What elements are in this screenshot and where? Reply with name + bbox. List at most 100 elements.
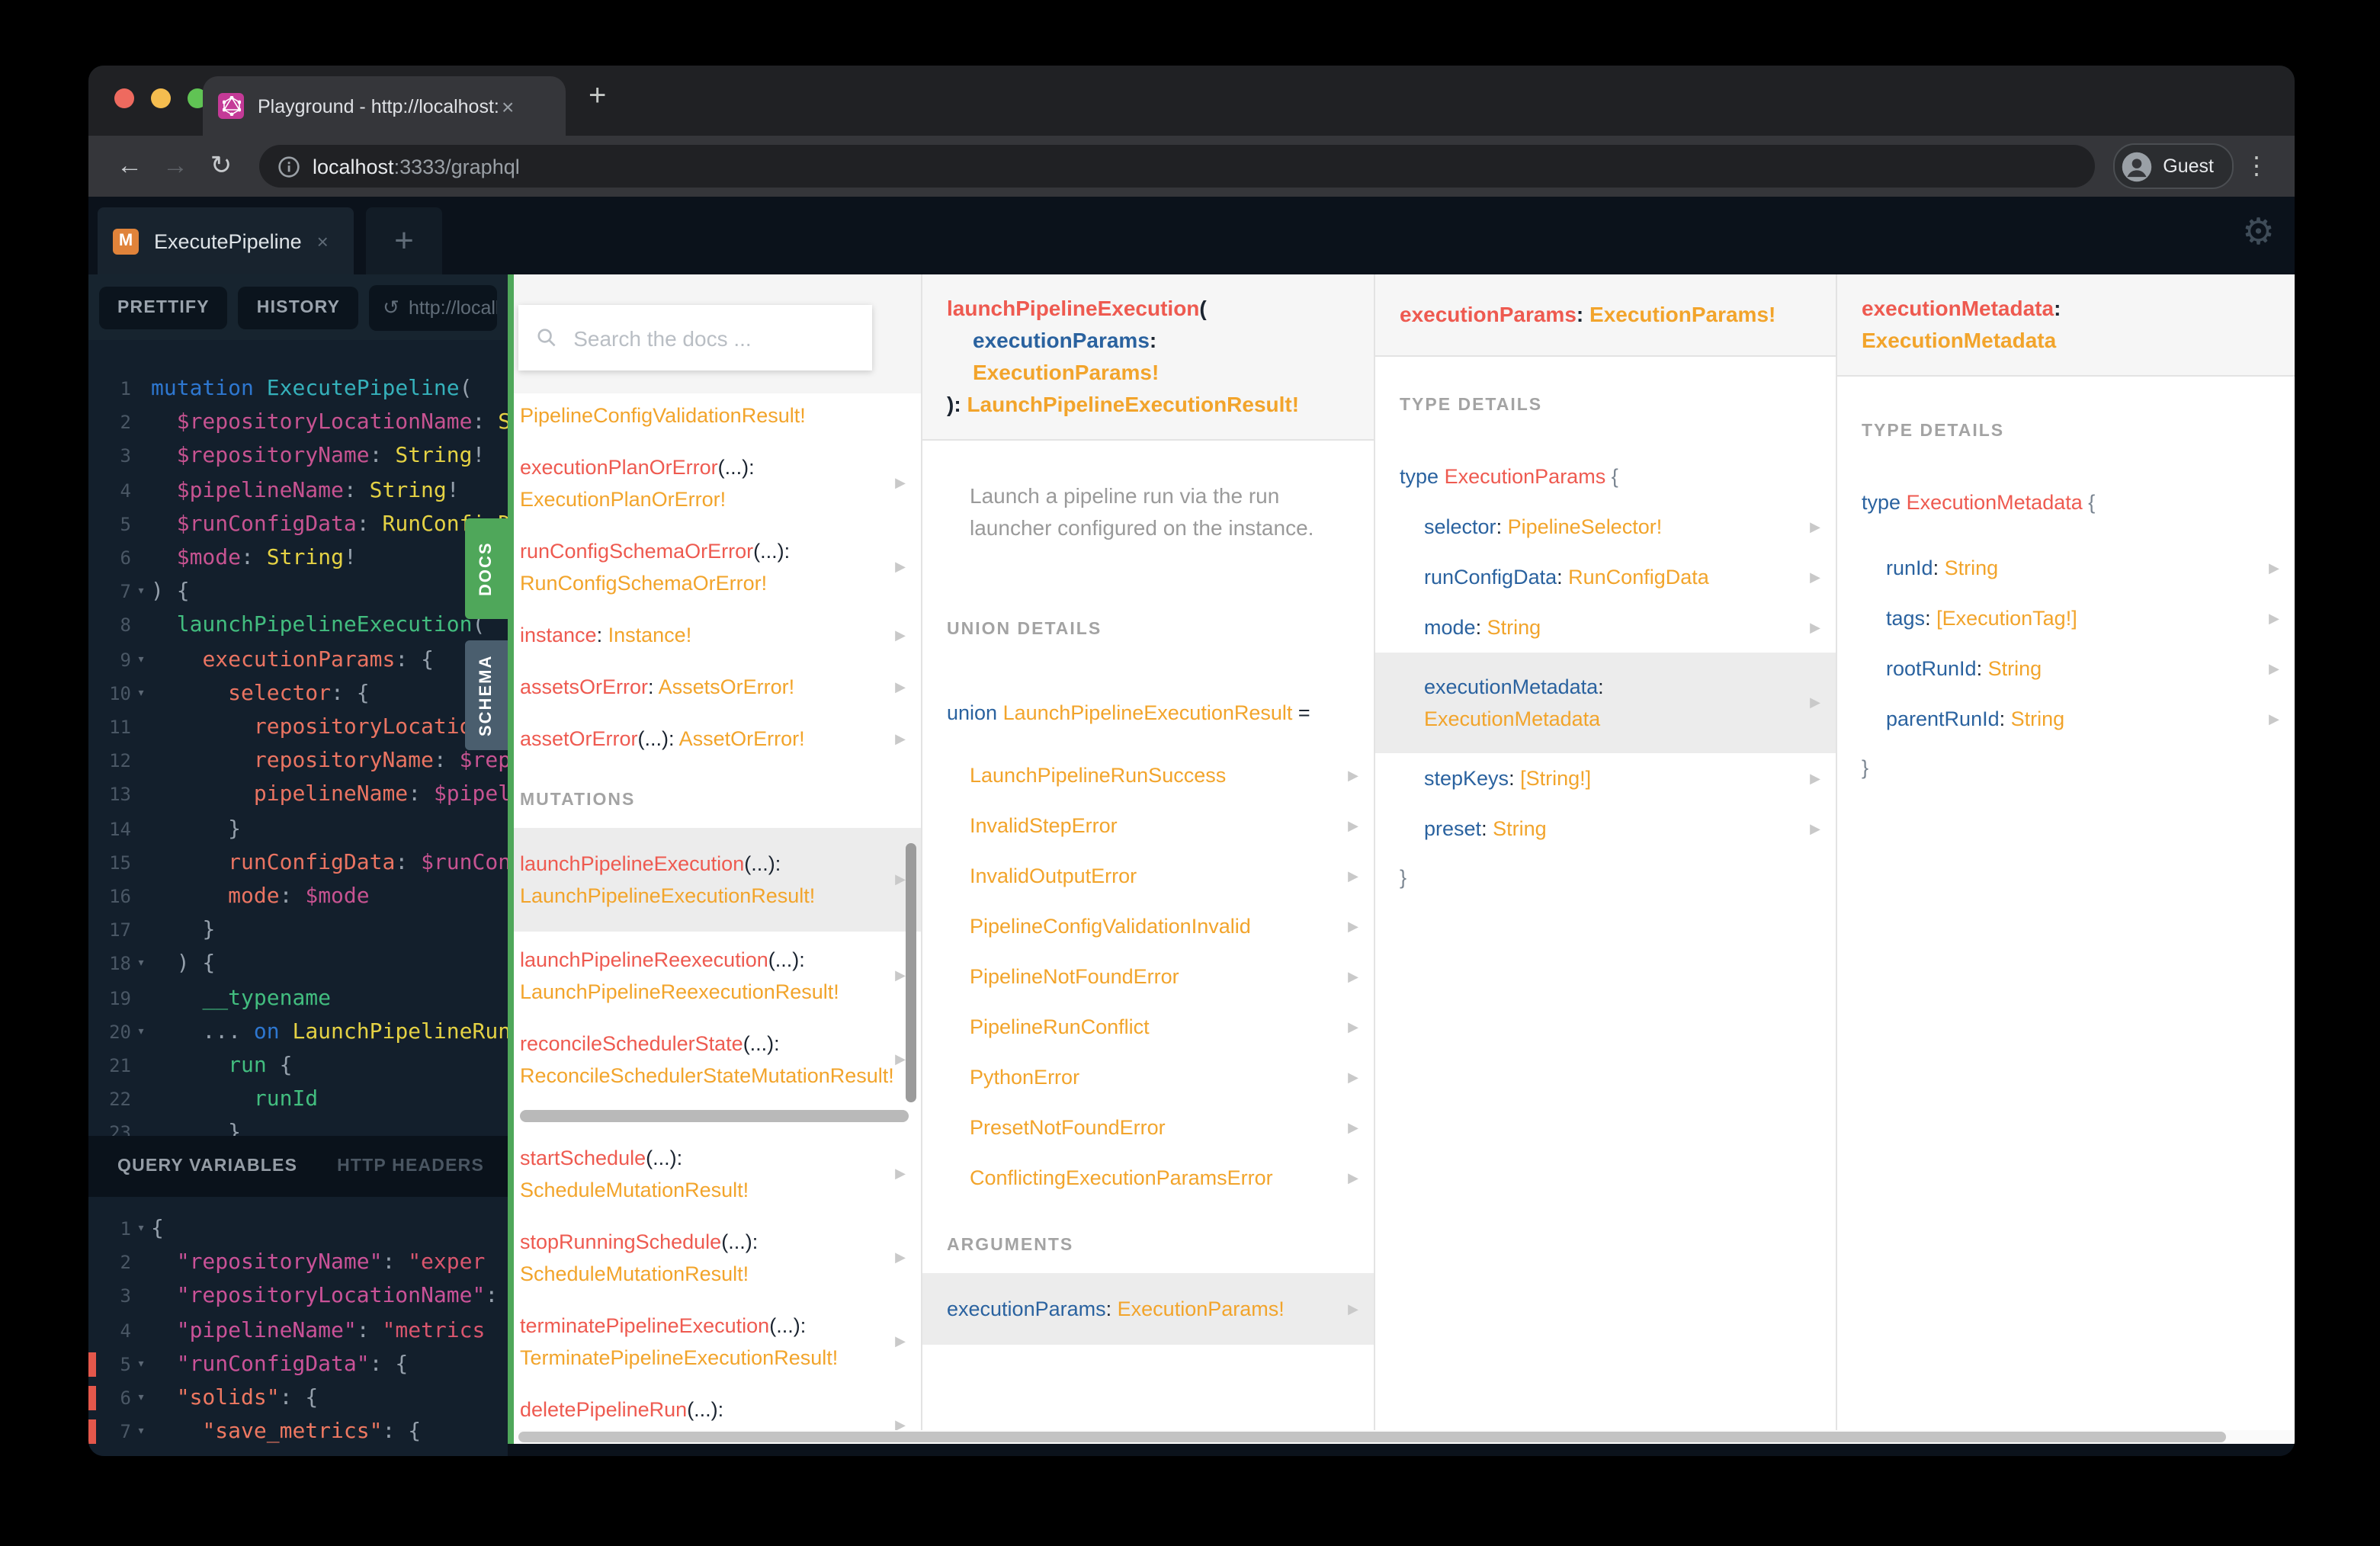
code-line: 13 pipelineName: $pipelineName xyxy=(109,782,508,807)
close-window-button[interactable] xyxy=(114,88,134,108)
union-member-ConflictingExecutionParamsError[interactable]: ConflictingExecutionParamsError ▶ xyxy=(922,1153,1374,1203)
code-line: 9 ▾ executionParams: { xyxy=(120,647,434,672)
tab-close-icon[interactable]: × xyxy=(502,94,514,118)
doc-item-partial[interactable]: PipelineConfigValidationResult! xyxy=(514,399,921,431)
traffic-lights xyxy=(114,88,207,108)
doc-item-launchPipelineReexecution[interactable]: launchPipelineReexecution(...): LaunchPip… xyxy=(514,944,921,1008)
code-line: 3 "repositoryLocationName": xyxy=(120,1284,499,1309)
new-tab-button[interactable]: + xyxy=(589,79,606,114)
docs-horizontal-scrollbar[interactable] xyxy=(514,1430,2295,1444)
chevron-right-icon: ▶ xyxy=(895,730,906,746)
code-line: 14 } xyxy=(109,816,242,842)
new-session-button[interactable]: + xyxy=(366,207,442,274)
code-line: 16 mode: $mode xyxy=(109,884,370,909)
query-editor-pane: PRETTIFY HISTORY ↺ http://localhost:3333… xyxy=(88,274,508,1456)
docs-resize-handle[interactable] xyxy=(508,274,514,1444)
code-line: 22 runId xyxy=(109,1087,319,1112)
minimize-window-button[interactable] xyxy=(151,88,171,108)
session-tab-executepipeline[interactable]: M ExecutePipeline × xyxy=(98,207,354,274)
chevron-right-icon: ▶ xyxy=(1348,1301,1358,1316)
tab-http-headers[interactable]: HTTP HEADERS xyxy=(337,1157,484,1176)
tab-schema[interactable]: SCHEMA xyxy=(465,640,508,750)
type-field-rootRunId[interactable]: rootRunId: String ▶ xyxy=(1837,643,2295,694)
doc-item-assetsOrError[interactable]: assetsOrError: AssetsOrError! ▶ xyxy=(514,671,921,703)
union-member-PipelineConfigValidationInvalid[interactable]: PipelineConfigValidationInvalid ▶ xyxy=(922,901,1374,951)
settings-gear-icon[interactable]: ⚙ xyxy=(2242,210,2275,255)
docs-search-input[interactable] xyxy=(570,324,854,351)
chevron-right-icon: ▶ xyxy=(1810,694,1820,710)
reload-icon[interactable]: ↻ xyxy=(201,151,241,181)
docs-vertical-scrollbar[interactable] xyxy=(906,843,916,1102)
prettify-button[interactable]: PRETTIFY xyxy=(99,286,228,329)
type-field-parentRunId[interactable]: parentRunId: String ▶ xyxy=(1837,694,2295,744)
code-line: 18 ▾ ) { xyxy=(109,951,216,977)
profile-button[interactable]: Guest xyxy=(2112,143,2234,189)
doc-item-startSchedule[interactable]: startSchedule(...): ScheduleMutationResul… xyxy=(514,1142,921,1206)
type-field-runId[interactable]: runId: String ▶ xyxy=(1837,543,2295,593)
doc-item-terminatePipelineExecution[interactable]: terminatePipelineExecution(...): Terminat… xyxy=(514,1310,921,1374)
union-member-PipelineNotFoundError[interactable]: PipelineNotFoundError ▶ xyxy=(922,951,1374,1002)
arguments-heading: ARGUMENTS xyxy=(947,1236,1074,1255)
docs-inline-scrollbar[interactable] xyxy=(520,1110,909,1122)
doc-item-stopRunningSchedule[interactable]: stopRunningSchedule(...): ScheduleMutatio… xyxy=(514,1226,921,1290)
code-line: 4 "pipelineName": "metrics xyxy=(120,1318,486,1343)
avatar-icon xyxy=(2122,151,2151,181)
code-line: 5 $runConfigData: RunConfigData xyxy=(120,512,508,537)
code-line: 20▾ ... on LaunchPipelineRunSuccess { xyxy=(109,1019,508,1044)
history-button[interactable]: HISTORY xyxy=(238,286,359,329)
query-editor[interactable]: 1 mutation ExecutePipeline(2 $repositoryL… xyxy=(88,340,508,1150)
doc-item-assetOrError[interactable]: assetOrError(...): AssetOrError! ▶ xyxy=(514,723,921,755)
type-field-tags[interactable]: tags: [ExecutionTag!] ▶ xyxy=(1837,593,2295,643)
address-bar[interactable]: localhost :3333/graphql xyxy=(259,145,2095,188)
chevron-right-icon: ▶ xyxy=(2269,660,2279,675)
type-field-stepKeys[interactable]: stepKeys: [String!] ▶ xyxy=(1375,753,1836,803)
type-field-preset[interactable]: preset: String ▶ xyxy=(1375,803,1836,854)
doc-item-runConfigSchemaOrError[interactable]: runConfigSchemaOrError(...): RunConfigSch… xyxy=(514,535,921,599)
type-declaration: type ExecutionMetadata { xyxy=(1862,491,2096,514)
docs-search-box[interactable] xyxy=(518,305,872,370)
union-member-InvalidOutputError[interactable]: InvalidOutputError ▶ xyxy=(922,851,1374,901)
doc-item-instance[interactable]: instance: Instance! ▶ xyxy=(514,619,921,651)
chevron-right-icon: ▶ xyxy=(1348,968,1358,983)
search-icon xyxy=(537,329,556,347)
browser-toolbar: ← → ↻ localhost :3333/graphql Guest ⋮ xyxy=(88,136,2295,197)
closing-brace: } xyxy=(1862,756,1869,779)
union-member-InvalidStepError[interactable]: InvalidStepError ▶ xyxy=(922,800,1374,851)
browser-tab[interactable]: Playground - http://localhost:3 × xyxy=(203,76,566,136)
chevron-right-icon: ▶ xyxy=(1348,918,1358,933)
forward-icon[interactable]: → xyxy=(156,151,195,181)
graphql-playground: M ExecutePipeline × + ⚙ PRETTIFY HISTORY… xyxy=(88,197,2295,1456)
type-field-executionMetadata[interactable]: executionMetadata: ExecutionMetadata ▶ xyxy=(1375,653,1836,753)
union-member-PipelineRunConflict[interactable]: PipelineRunConflict ▶ xyxy=(922,1002,1374,1052)
doc-item-launchPipelineExecution[interactable]: launchPipelineExecution(...): LaunchPipel… xyxy=(514,828,921,932)
union-member-PresetNotFoundError[interactable]: PresetNotFoundError ▶ xyxy=(922,1102,1374,1153)
union-details-heading: UNION DETAILS xyxy=(947,621,1102,639)
union-member-LaunchPipelineRunSuccess[interactable]: LaunchPipelineRunSuccess ▶ xyxy=(922,750,1374,800)
code-line: 1 mutation ExecutePipeline( xyxy=(120,377,473,401)
endpoint-input[interactable]: ↺ http://localhost:3333/graphql xyxy=(369,284,497,330)
code-line: 7 ▾) { xyxy=(120,579,190,605)
browser-tabstrip: Playground - http://localhost:3 × + xyxy=(88,66,2295,136)
type-field-selector[interactable]: selector: PipelineSelector! ▶ xyxy=(1375,502,1836,552)
tab-query-variables[interactable]: QUERY VARIABLES xyxy=(117,1157,297,1176)
scrollbar-thumb[interactable] xyxy=(518,1432,2226,1442)
chevron-right-icon: ▶ xyxy=(1348,1169,1358,1185)
info-icon xyxy=(278,156,300,177)
type-field-runConfigData[interactable]: runConfigData: RunConfigData ▶ xyxy=(1375,552,1836,602)
variables-editor[interactable]: 1 ▾{2 "repositoryName": "exper 3 "reposito… xyxy=(88,1197,508,1449)
docs-executionmetadata-column: executionMetadata: ExecutionMetadata TYP… xyxy=(1837,274,2295,1444)
tab-docs[interactable]: DOCS xyxy=(465,518,508,619)
union-member-PythonError[interactable]: PythonError ▶ xyxy=(922,1052,1374,1102)
browser-menu-icon[interactable]: ⋮ xyxy=(2240,151,2273,181)
mutation-badge: M xyxy=(113,228,139,254)
back-icon[interactable]: ← xyxy=(110,151,149,181)
doc-item-reconcileSchedulerState[interactable]: reconcileSchedulerState(...): ReconcileSc… xyxy=(514,1028,921,1092)
chevron-right-icon: ▶ xyxy=(1810,770,1820,785)
doc-item-executionPlanOrError[interactable]: executionPlanOrError(...): ExecutionPlanO… xyxy=(514,451,921,515)
chevron-right-icon: ▶ xyxy=(1348,1069,1358,1084)
field-signature-header: launchPipelineExecution( executionParams… xyxy=(922,274,1374,441)
type-field-mode[interactable]: mode: String ▶ xyxy=(1375,602,1836,653)
editor-toolbar: PRETTIFY HISTORY ↺ http://localhost:3333… xyxy=(88,274,508,340)
session-close-icon[interactable]: × xyxy=(317,229,329,252)
argument-row-executionparams[interactable]: executionParams: ExecutionParams! ▶ xyxy=(922,1273,1374,1345)
